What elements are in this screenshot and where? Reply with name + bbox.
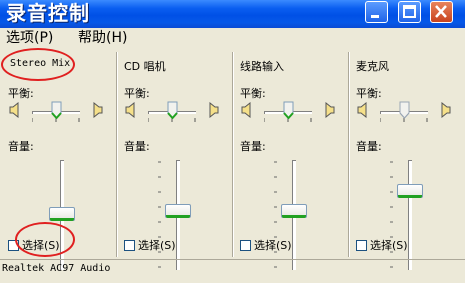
menu-options[interactable]: 选项(P)	[6, 29, 53, 47]
minimize-icon	[371, 15, 379, 18]
volume-slider-thumb[interactable]	[397, 184, 423, 198]
close-button[interactable]	[430, 1, 453, 23]
panel-divider	[348, 52, 349, 257]
channel-name: CD 唱机	[124, 60, 166, 73]
select-checkbox-row[interactable]: 选择(S)	[240, 237, 292, 253]
balance-label: 平衡:	[8, 87, 34, 100]
right-speaker-icon	[93, 102, 103, 118]
volume-slider-thumb[interactable]	[165, 204, 191, 218]
volume-slider-thumb[interactable]	[281, 204, 307, 218]
select-checkbox-row[interactable]: 选择(S)	[356, 237, 408, 253]
volume-ticks	[158, 161, 161, 268]
maximize-icon	[403, 5, 416, 18]
annotation-ellipse-stereo-mix	[1, 48, 75, 81]
channel-panel-microphone: 麦克风 平衡: 音量: 选择(S)	[356, 52, 461, 270]
balance-label: 平衡:	[356, 87, 382, 100]
volume-label: 音量:	[8, 140, 34, 153]
select-checkbox[interactable]	[124, 239, 135, 251]
recording-control-window: 录音控制 选项(P) 帮助(H) Stereo Mix 平衡: 音量: 选择(S…	[0, 0, 465, 283]
panel-divider	[116, 52, 117, 257]
volume-ticks	[274, 161, 277, 268]
menu-bar: 选项(P) 帮助(H)	[0, 28, 465, 48]
balance-slider-thumb[interactable]	[283, 101, 294, 119]
annotation-ellipse-select	[15, 222, 75, 257]
close-icon	[435, 5, 447, 18]
status-bar: Realtek AC97 Audio	[0, 259, 465, 283]
window-title: 录音控制	[6, 1, 90, 25]
menu-help[interactable]: 帮助(H)	[78, 29, 127, 47]
volume-label: 音量:	[356, 140, 382, 153]
channel-name: 麦克风	[356, 60, 389, 73]
balance-slider-thumb[interactable]	[167, 101, 178, 119]
right-speaker-icon	[209, 102, 219, 118]
balance-slider-thumb[interactable]	[51, 101, 62, 119]
select-checkbox-row[interactable]: 选择(S)	[124, 237, 176, 253]
left-speaker-icon	[241, 102, 251, 118]
maximize-button[interactable]	[398, 1, 421, 23]
select-label: 选择(S)	[138, 239, 176, 252]
volume-label: 音量:	[124, 140, 150, 153]
volume-ticks	[390, 161, 393, 268]
left-speaker-icon	[9, 102, 19, 118]
select-checkbox[interactable]	[356, 239, 367, 251]
select-label: 选择(S)	[370, 239, 408, 252]
select-label: 选择(S)	[254, 239, 292, 252]
balance-label: 平衡:	[124, 87, 150, 100]
channel-name: 线路输入	[240, 60, 284, 73]
balance-slider-thumb[interactable]	[399, 101, 410, 119]
left-speaker-icon	[125, 102, 135, 118]
panel-divider	[232, 52, 233, 257]
volume-label: 音量:	[240, 140, 266, 153]
minimize-button[interactable]	[365, 1, 388, 23]
title-bar[interactable]: 录音控制	[0, 0, 465, 28]
device-name: Realtek AC97 Audio	[2, 263, 111, 274]
volume-slider-track[interactable]	[408, 160, 412, 270]
left-speaker-icon	[357, 102, 367, 118]
channel-panel-cd: CD 唱机 平衡: 音量: 选择(S)	[124, 52, 229, 270]
volume-slider-thumb[interactable]	[49, 207, 75, 221]
select-checkbox[interactable]	[240, 239, 251, 251]
channel-panel-line-in: 线路输入 平衡: 音量: 选择(S)	[240, 52, 345, 270]
right-speaker-icon	[325, 102, 335, 118]
right-speaker-icon	[441, 102, 451, 118]
balance-label: 平衡:	[240, 87, 266, 100]
